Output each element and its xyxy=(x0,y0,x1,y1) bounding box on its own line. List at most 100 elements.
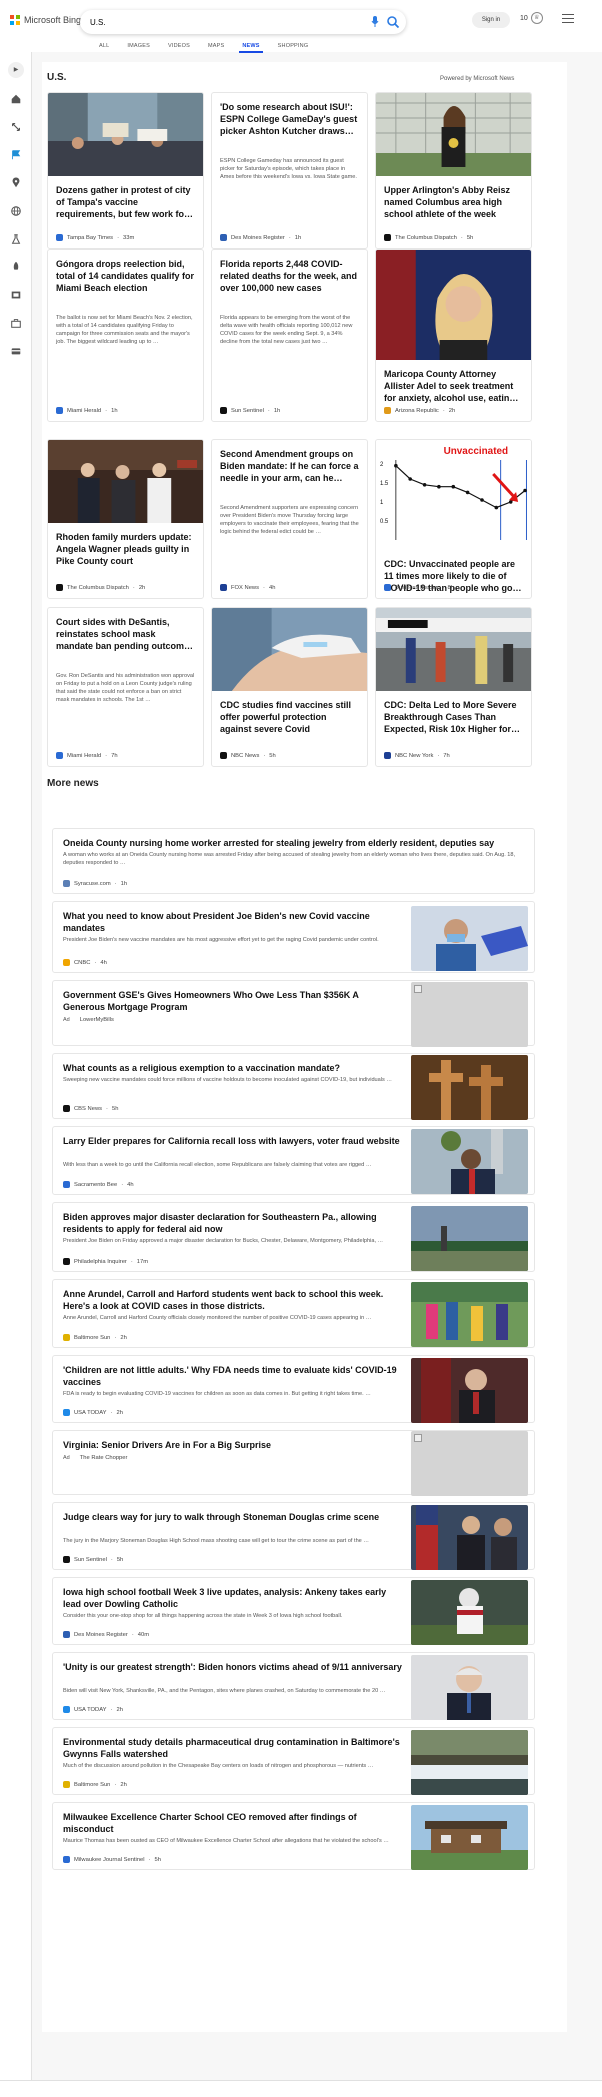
news-card-title[interactable]: Maricopa County Attorney Allister Adel t… xyxy=(384,368,523,404)
more-news-source[interactable]: USA TODAY · 2h xyxy=(63,1409,123,1416)
news-card[interactable]: Second Amendment groups on Biden mandate… xyxy=(211,439,368,599)
more-news-title[interactable]: Oneida County nursing home worker arrest… xyxy=(63,837,524,849)
news-thumbnail[interactable] xyxy=(376,250,531,360)
more-news-item[interactable]: Environmental study details pharmaceutic… xyxy=(52,1727,535,1795)
map-pin-icon[interactable] xyxy=(10,176,22,188)
globe-icon[interactable] xyxy=(10,204,22,216)
more-news-title[interactable]: Judge clears way for jury to walk throug… xyxy=(63,1511,402,1523)
tab-maps[interactable]: MAPS xyxy=(199,40,233,52)
search-input[interactable] xyxy=(90,15,340,29)
search-box[interactable] xyxy=(80,10,406,34)
more-news-item[interactable]: What you need to know about President Jo… xyxy=(52,901,535,973)
more-news-title[interactable]: Milwaukee Excellence Charter School CEO … xyxy=(63,1811,402,1835)
more-news-title[interactable]: Environmental study details pharmaceutic… xyxy=(63,1736,402,1760)
more-news-title[interactable]: Larry Elder prepares for California reca… xyxy=(63,1135,402,1147)
more-news-source[interactable]: Philadelphia Inquirer · 17m xyxy=(63,1258,148,1265)
news-thumbnail[interactable] xyxy=(376,608,531,691)
news-thumbnail[interactable] xyxy=(411,1357,528,1423)
more-news-source[interactable]: Milwaukee Journal Sentinel · 5h xyxy=(63,1856,161,1863)
more-news-title[interactable]: Virginia: Senior Drivers Are in For a Bi… xyxy=(63,1439,402,1451)
news-card[interactable]: Florida reports 2,448 COVID-related deat… xyxy=(211,249,368,422)
news-card-title[interactable]: Florida reports 2,448 COVID-related deat… xyxy=(220,258,359,294)
more-news-title[interactable]: Iowa high school football Week 3 live up… xyxy=(63,1586,402,1610)
more-news-source[interactable]: CBS News · 5h xyxy=(63,1105,118,1112)
news-card-title[interactable]: Court sides with DeSantis, reinstates sc… xyxy=(56,616,195,652)
home-icon[interactable] xyxy=(10,92,22,104)
more-news-source[interactable]: Baltimore Sun · 2h xyxy=(63,1334,127,1341)
film-icon[interactable] xyxy=(10,288,22,300)
more-news-item[interactable]: Oneida County nursing home worker arrest… xyxy=(52,828,535,894)
news-thumbnail[interactable]: 2 1.5 1 0.5 Unvaccinated xyxy=(376,440,531,550)
news-card-title[interactable]: 'Do some research about ISU!': ESPN Coll… xyxy=(220,101,359,137)
news-card-source[interactable]: Miami Herald · 7h xyxy=(56,752,118,759)
news-card-source[interactable]: Tampa Bay Times · 33m xyxy=(56,234,134,241)
tab-news[interactable]: NEWS xyxy=(233,40,268,53)
news-card-source[interactable]: NBC News · 5h xyxy=(220,752,276,759)
microphone-icon[interactable] xyxy=(369,16,381,28)
more-news-source[interactable]: USA TODAY · 2h xyxy=(63,1706,123,1713)
broken-image-placeholder[interactable] xyxy=(411,981,528,1047)
flag-icon[interactable] xyxy=(10,148,22,160)
more-news-title[interactable]: Anne Arundel, Carroll and Harford studen… xyxy=(63,1288,402,1312)
more-news-source[interactable]: Sun Sentinel · 5h xyxy=(63,1556,123,1563)
more-news-title[interactable]: 'Unity is our greatest strength': Biden … xyxy=(63,1661,402,1673)
more-news-source[interactable]: Des Moines Register · 40m xyxy=(63,1631,149,1638)
news-card-source[interactable]: The Columbus Dispatch · 5h xyxy=(384,234,473,241)
sign-in-button[interactable]: Sign in xyxy=(472,12,510,28)
more-news-source[interactable]: CNBC · 4h xyxy=(63,959,107,966)
news-card[interactable]: Upper Arlington's Abby Reisz named Colum… xyxy=(375,92,532,249)
news-card-title[interactable]: Góngora drops reelection bid, total of 1… xyxy=(56,258,195,294)
news-card-title[interactable]: Upper Arlington's Abby Reisz named Colum… xyxy=(384,184,523,220)
news-card[interactable]: CDC studies find vaccines still offer po… xyxy=(211,607,368,767)
rocket-icon[interactable] xyxy=(10,260,22,272)
more-news-item[interactable]: Biden approves major disaster declaratio… xyxy=(52,1202,535,1272)
news-thumbnail[interactable] xyxy=(411,1804,528,1870)
news-thumbnail[interactable] xyxy=(411,1579,528,1645)
sponsored-item[interactable]: Government GSE's Gives Homeowners Who Ow… xyxy=(52,980,535,1047)
news-card[interactable]: Dozens gather in protest of city of Tamp… xyxy=(47,92,204,249)
bing-logo[interactable]: Microsoft Bing xyxy=(10,15,81,25)
news-card[interactable]: Rhoden family murders update: Angela Wag… xyxy=(47,439,204,599)
more-news-item[interactable]: Milwaukee Excellence Charter School CEO … xyxy=(52,1802,535,1870)
more-news-title[interactable]: Government GSE's Gives Homeowners Who Ow… xyxy=(63,989,402,1013)
news-card-title[interactable]: Dozens gather in protest of city of Tamp… xyxy=(56,184,195,220)
more-news-item[interactable]: Judge clears way for jury to walk throug… xyxy=(52,1502,535,1570)
more-news-item[interactable]: Iowa high school football Week 3 live up… xyxy=(52,1577,535,1645)
more-news-item[interactable]: 'Unity is our greatest strength': Biden … xyxy=(52,1652,535,1720)
more-news-item[interactable]: Anne Arundel, Carroll and Harford studen… xyxy=(52,1279,535,1348)
news-thumbnail[interactable] xyxy=(411,1729,528,1795)
news-card[interactable]: Court sides with DeSantis, reinstates sc… xyxy=(47,607,204,767)
broken-image-placeholder[interactable] xyxy=(411,1431,528,1496)
rewards-button[interactable]: 10 ♕ xyxy=(520,12,543,24)
search-icon[interactable] xyxy=(386,15,400,29)
news-thumbnail[interactable] xyxy=(411,1205,528,1271)
news-thumbnail[interactable] xyxy=(411,905,528,971)
news-thumbnail[interactable] xyxy=(411,1504,528,1570)
news-card[interactable]: Góngora drops reelection bid, total of 1… xyxy=(47,249,204,422)
news-card-source[interactable]: The Columbus Dispatch · 2h xyxy=(56,584,145,591)
news-card-title[interactable]: CDC: Delta Led to More Severe Breakthrou… xyxy=(384,699,523,735)
news-card-source[interactable]: Miami Herald · 1h xyxy=(56,407,118,414)
news-thumbnail[interactable] xyxy=(376,93,531,176)
news-thumbnail[interactable] xyxy=(411,1282,528,1347)
news-card-source[interactable]: Arizona Republic · 2h xyxy=(384,407,455,414)
more-news-title[interactable]: What you need to know about President Jo… xyxy=(63,910,402,934)
news-thumbnail[interactable] xyxy=(48,93,203,176)
news-card-source[interactable]: NBC New York · 7h xyxy=(384,752,450,759)
news-card[interactable]: Maricopa County Attorney Allister Adel t… xyxy=(375,249,532,422)
expand-sidebar-icon[interactable]: ▶ xyxy=(8,62,24,78)
news-thumbnail[interactable] xyxy=(411,1654,528,1720)
news-card-source[interactable]: Business Insider · 8h xyxy=(384,584,454,591)
more-news-source[interactable]: Syracuse.com · 1h xyxy=(63,880,127,887)
news-card-title[interactable]: Rhoden family murders update: Angela Wag… xyxy=(56,531,195,567)
news-card-source[interactable]: Sun Sentinel · 1h xyxy=(220,407,280,414)
news-thumbnail[interactable] xyxy=(212,608,367,691)
tab-videos[interactable]: VIDEOS xyxy=(159,40,199,52)
more-news-title[interactable]: 'Children are not little adults.' Why FD… xyxy=(63,1364,402,1388)
briefcase-icon[interactable] xyxy=(10,316,22,328)
news-thumbnail[interactable] xyxy=(411,1054,528,1120)
more-news-item[interactable]: 'Children are not little adults.' Why FD… xyxy=(52,1355,535,1423)
tab-all[interactable]: ALL xyxy=(90,40,118,52)
more-news-title[interactable]: What counts as a religious exemption to … xyxy=(63,1062,402,1074)
news-card-source[interactable]: Des Moines Register · 1h xyxy=(220,234,301,241)
